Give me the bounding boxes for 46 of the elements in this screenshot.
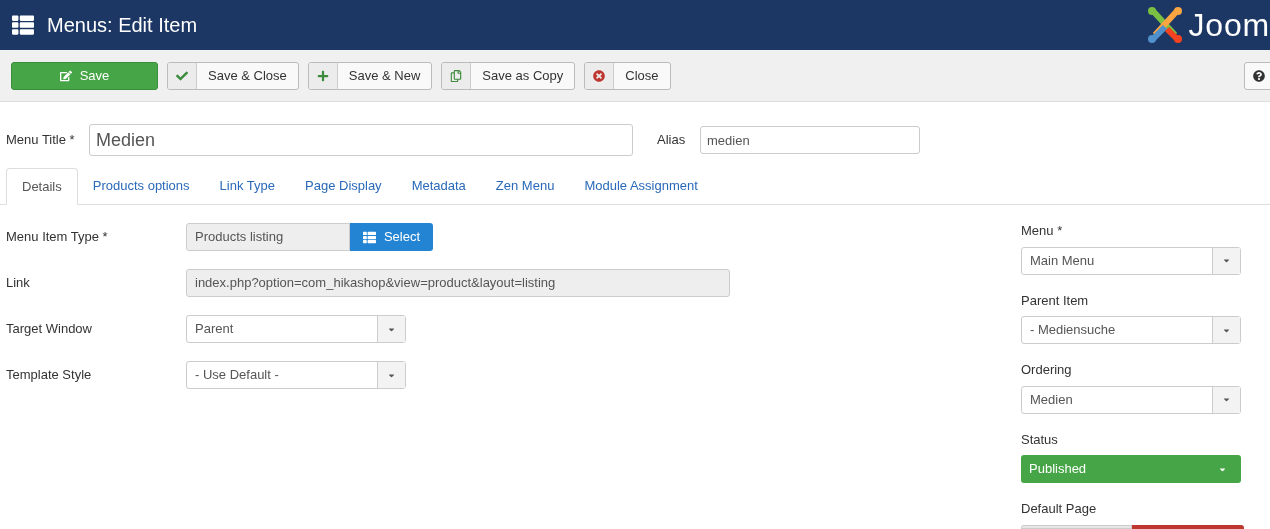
alias-field[interactable]: medien: [700, 126, 920, 154]
field-label: Target Window: [6, 320, 93, 339]
list-icon: [362, 230, 376, 244]
field-label: Alias: [657, 131, 687, 150]
close-icon: [593, 69, 606, 82]
field-label: Status: [1021, 430, 1059, 449]
field-label: Ordering: [1021, 361, 1073, 379]
toolbar-button[interactable]: Save & New: [307, 61, 433, 90]
dropdown[interactable]: - Use Default -: [186, 361, 406, 389]
check-icon: [176, 69, 188, 82]
field-label: Default Page: [1021, 500, 1098, 518]
plus-icon: [316, 69, 329, 82]
link-field: index.php?option=com_hikashop&view=product&layout=listing: [186, 269, 730, 297]
tab[interactable]: Link Type: [204, 168, 290, 204]
help-icon: [1253, 69, 1265, 82]
dropdown[interactable]: Main Menu: [1021, 246, 1241, 275]
toolbar-button[interactable]: Save & Close: [167, 61, 299, 90]
toolbar-button[interactable]: Close: [584, 61, 671, 90]
menu-title-field[interactable]: Medien: [89, 124, 633, 156]
field-label: Parent Item: [1021, 291, 1090, 310]
field-label: Menu Item Type *: [6, 228, 109, 247]
field-label: Link: [6, 274, 31, 293]
menu-item-type-field: Products listing: [186, 223, 350, 251]
toolbar-button[interactable]: Save as Copy: [441, 61, 576, 90]
tab[interactable]: Module Assignment: [569, 168, 713, 204]
tab[interactable]: Metadata: [396, 168, 481, 204]
page-title: Menus: Edit Item: [47, 13, 198, 38]
edit-icon: [59, 69, 72, 82]
select-button[interactable]: Select: [350, 223, 433, 251]
field-label: Menu Title *: [6, 131, 76, 150]
menu-icon[interactable]: [12, 14, 34, 36]
field-label: Menu *: [1021, 222, 1064, 240]
tab[interactable]: Details: [6, 168, 78, 205]
copy-icon: [450, 69, 463, 82]
tab[interactable]: Page Display: [290, 168, 397, 204]
help-button[interactable]: [1244, 61, 1270, 90]
dropdown[interactable]: Medien: [1021, 385, 1241, 414]
caret-icon: [1222, 395, 1231, 404]
dropdown[interactable]: Parent: [186, 315, 406, 343]
field-label: Template Style: [6, 366, 93, 385]
dropdown[interactable]: - Mediensuche: [1021, 316, 1241, 344]
tab[interactable]: Products options: [77, 168, 205, 204]
toggle-switch[interactable]: [1021, 524, 1244, 529]
logo-text: Joom: [1188, 6, 1270, 45]
tab[interactable]: Zen Menu: [480, 168, 570, 204]
caret-icon: [1222, 256, 1231, 265]
